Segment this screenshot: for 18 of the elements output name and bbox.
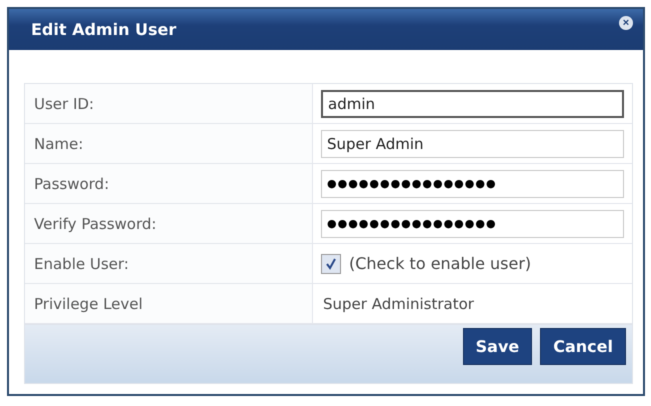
input-field[interactable]: Super Admin — [321, 130, 624, 158]
input-field[interactable]: ●●●●●●●●●●●●●●●● — [321, 170, 624, 198]
field-value: Super Administrator — [322, 294, 474, 312]
close-button[interactable]: × — [619, 16, 633, 30]
input-field[interactable]: admin — [321, 90, 624, 118]
field-label: User ID: — [25, 84, 313, 123]
field-label: Name: — [25, 124, 313, 163]
field-label: Password: — [25, 164, 313, 203]
cancel-button[interactable]: Cancel — [540, 328, 626, 365]
checkbox[interactable] — [321, 254, 341, 274]
input-field[interactable]: ●●●●●●●●●●●●●●●● — [321, 210, 624, 238]
checkbox-label: (Check to enable user) — [349, 254, 532, 273]
window-title: Edit Admin User — [31, 20, 176, 39]
save-button[interactable]: Save — [462, 328, 532, 365]
checkmark-icon — [324, 256, 338, 270]
field-label: Enable User: — [25, 244, 313, 283]
field-label: Verify Password: — [25, 204, 313, 243]
field-label: Privilege Level — [25, 284, 313, 323]
